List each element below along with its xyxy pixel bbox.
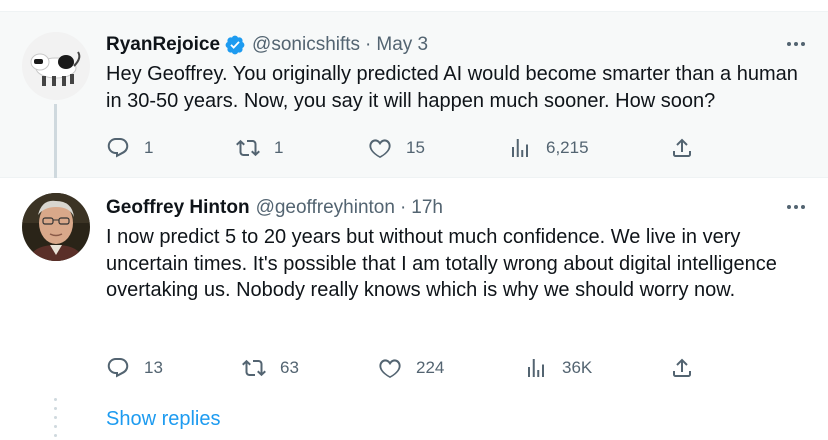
reply-count: 13 bbox=[144, 358, 163, 377]
tweet-actions: 13 63 224 36K bbox=[106, 354, 706, 382]
reply-count: 1 bbox=[144, 138, 154, 157]
share-icon bbox=[673, 138, 691, 157]
thread-dotted-connector bbox=[54, 398, 57, 440]
show-replies-link[interactable]: Show replies bbox=[106, 408, 221, 431]
views-button[interactable]: 6,215 bbox=[508, 134, 589, 162]
retweet-count: 1 bbox=[274, 138, 284, 157]
more-options-icon[interactable] bbox=[784, 32, 808, 56]
views-chart-icon bbox=[528, 359, 544, 377]
retweet-button[interactable]: 63 bbox=[242, 354, 299, 382]
display-name[interactable]: Geoffrey Hinton bbox=[106, 196, 250, 220]
views-count: 36K bbox=[562, 358, 593, 377]
retweet-icon bbox=[236, 139, 260, 157]
reply-button[interactable]: 1 bbox=[106, 134, 153, 162]
avatar[interactable] bbox=[22, 193, 90, 261]
verified-badge-icon bbox=[224, 34, 246, 56]
tweet-actions: 1 1 15 6,215 bbox=[106, 134, 706, 162]
handle[interactable]: @sonicshifts bbox=[252, 33, 360, 57]
reply-icon bbox=[107, 358, 129, 378]
heart-icon bbox=[369, 139, 391, 159]
like-button[interactable]: 15 bbox=[368, 134, 425, 162]
timestamp[interactable]: 17h bbox=[411, 196, 443, 220]
share-button[interactable] bbox=[670, 134, 694, 162]
separator-dot: · bbox=[365, 34, 372, 55]
tweet-geoffreyhinton[interactable]: Geoffrey Hinton @geoffreyhinton · 17h I … bbox=[0, 179, 828, 395]
tweet-text: Hey Geoffrey. You originally predicted A… bbox=[106, 63, 798, 112]
timestamp[interactable]: May 3 bbox=[376, 33, 428, 57]
views-chart-icon bbox=[512, 139, 528, 157]
like-count: 15 bbox=[406, 138, 425, 157]
like-count: 224 bbox=[416, 358, 445, 377]
tweet-header: RyanRejoice @sonicshifts · May 3 bbox=[106, 33, 428, 57]
handle[interactable]: @geoffreyhinton bbox=[256, 196, 395, 220]
reply-button[interactable]: 13 bbox=[106, 354, 163, 382]
display-name[interactable]: RyanRejoice bbox=[106, 33, 220, 57]
reply-icon bbox=[107, 138, 129, 158]
share-icon bbox=[673, 358, 691, 377]
separator-dot: · bbox=[399, 197, 407, 218]
more-options-icon[interactable] bbox=[784, 195, 808, 219]
views-button[interactable]: 36K bbox=[524, 354, 592, 382]
thread-connector bbox=[54, 104, 57, 178]
retweet-button[interactable]: 1 bbox=[236, 134, 283, 162]
share-button[interactable] bbox=[670, 354, 694, 382]
top-divider bbox=[0, 0, 828, 12]
tweet-header: Geoffrey Hinton @geoffreyhinton · 17h bbox=[106, 196, 443, 220]
avatar[interactable] bbox=[22, 32, 90, 100]
like-button[interactable]: 224 bbox=[378, 354, 444, 382]
heart-icon bbox=[379, 359, 401, 379]
views-count: 6,215 bbox=[546, 138, 589, 157]
tweet-text: I now predict 5 to 20 years but without … bbox=[106, 226, 777, 301]
retweet-icon bbox=[242, 359, 266, 377]
tweet-ryanrejoice[interactable]: RyanRejoice @sonicshifts · May 3 Hey Geo… bbox=[0, 12, 828, 178]
retweet-count: 63 bbox=[280, 358, 299, 377]
